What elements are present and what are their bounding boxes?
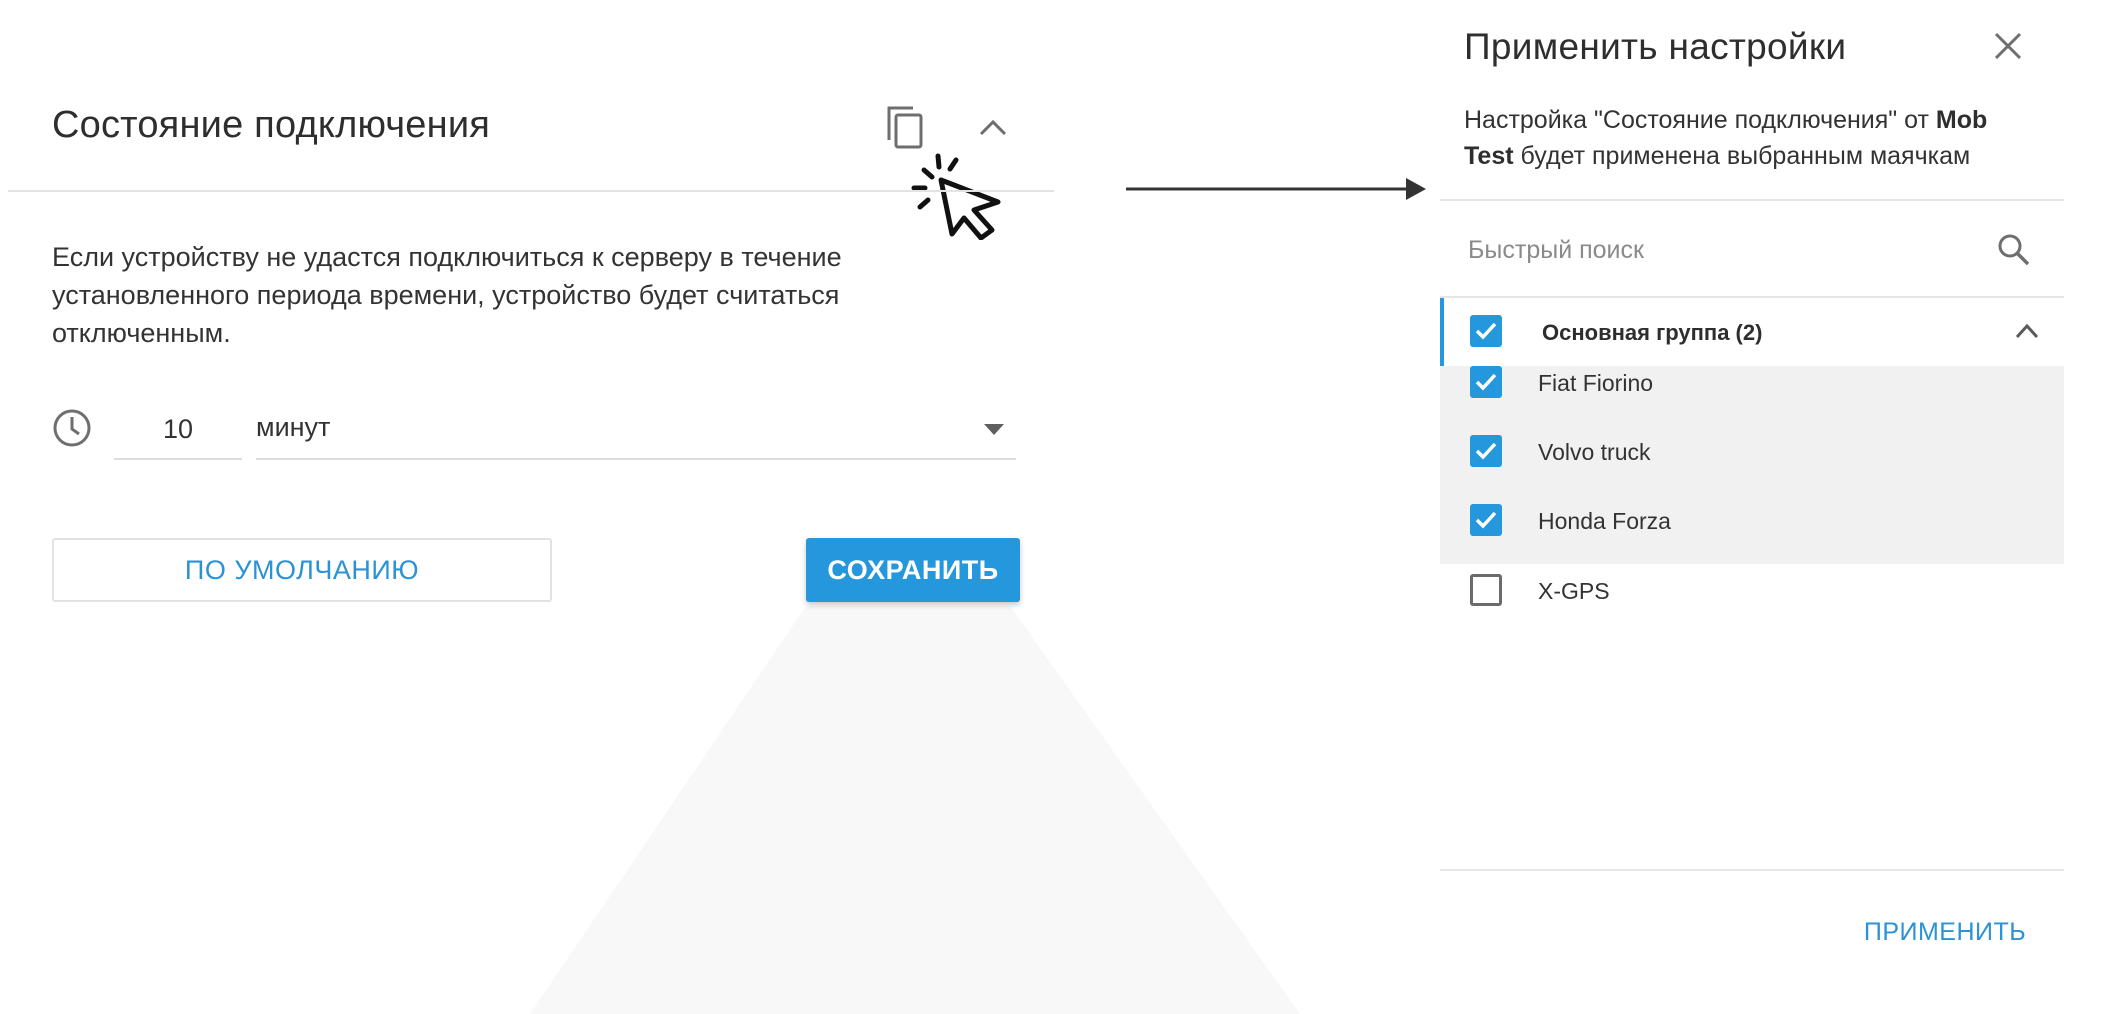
- panel-description-part2: будет применена выбранным маячкам: [1513, 142, 1971, 170]
- caret-down-icon: [984, 424, 1004, 435]
- list-item[interactable]: Fiat Fiorino: [1440, 356, 2064, 422]
- close-icon[interactable]: [1992, 30, 2024, 62]
- timeout-value-text: 10: [162, 414, 194, 444]
- card-title: Состояние подключения: [52, 104, 491, 146]
- timeout-value-input[interactable]: 10: [114, 408, 242, 460]
- apply-settings-panel: Применить настройки Настройка "Состояние…: [1440, 0, 2064, 1014]
- quick-search-input[interactable]: [1468, 222, 1928, 278]
- default-button[interactable]: ПО УМОЛЧАНИЮ: [52, 538, 552, 602]
- apply-button[interactable]: ПРИМЕНИТЬ: [1840, 912, 2050, 952]
- chevron-up-icon[interactable]: [976, 116, 1010, 138]
- footer-divider: [1440, 869, 2064, 871]
- cursor-click-icon: [908, 150, 1013, 241]
- item-label: X-GPS: [1538, 578, 1610, 604]
- item-checkbox[interactable]: [1470, 574, 1502, 606]
- timeout-unit-value: минут: [256, 412, 331, 442]
- panel-title: Применить настройки: [1464, 26, 1847, 67]
- timeout-unit-select[interactable]: минут: [256, 408, 1016, 460]
- panel-divider: [1440, 199, 2064, 201]
- card-divider: [8, 190, 1054, 192]
- group-checkbox[interactable]: [1470, 315, 1502, 347]
- item-checkbox[interactable]: [1470, 504, 1502, 536]
- list-item[interactable]: Honda Forza: [1440, 494, 2064, 560]
- item-checkbox[interactable]: [1470, 366, 1502, 398]
- save-button[interactable]: СОХРАНИТЬ: [806, 538, 1020, 602]
- panel-description: Настройка "Состояние подключения" от Mob…: [1464, 102, 2024, 174]
- item-checkbox[interactable]: [1470, 435, 1502, 467]
- clock-icon: [52, 408, 92, 448]
- item-label: Fiat Fiorino: [1538, 370, 1654, 396]
- list-item[interactable]: Volvo truck: [1440, 425, 2064, 491]
- copy-icon[interactable]: [885, 104, 925, 150]
- group-label: Основная группа (2): [1542, 320, 1763, 345]
- panel-description-part1: Настройка "Состояние подключения" от: [1464, 106, 1936, 134]
- card-description: Если устройству не удастся подключиться …: [52, 242, 842, 348]
- chevron-up-icon[interactable]: [2014, 322, 2040, 340]
- arrow-right-icon: [1126, 174, 1426, 204]
- item-label: Honda Forza: [1538, 508, 1671, 534]
- search-icon[interactable]: [1996, 232, 2032, 268]
- item-label: Volvo truck: [1538, 439, 1651, 465]
- list-item[interactable]: X-GPS: [1440, 564, 2064, 630]
- connection-state-card: Состояние подключения Если устройству не…: [8, 0, 1054, 640]
